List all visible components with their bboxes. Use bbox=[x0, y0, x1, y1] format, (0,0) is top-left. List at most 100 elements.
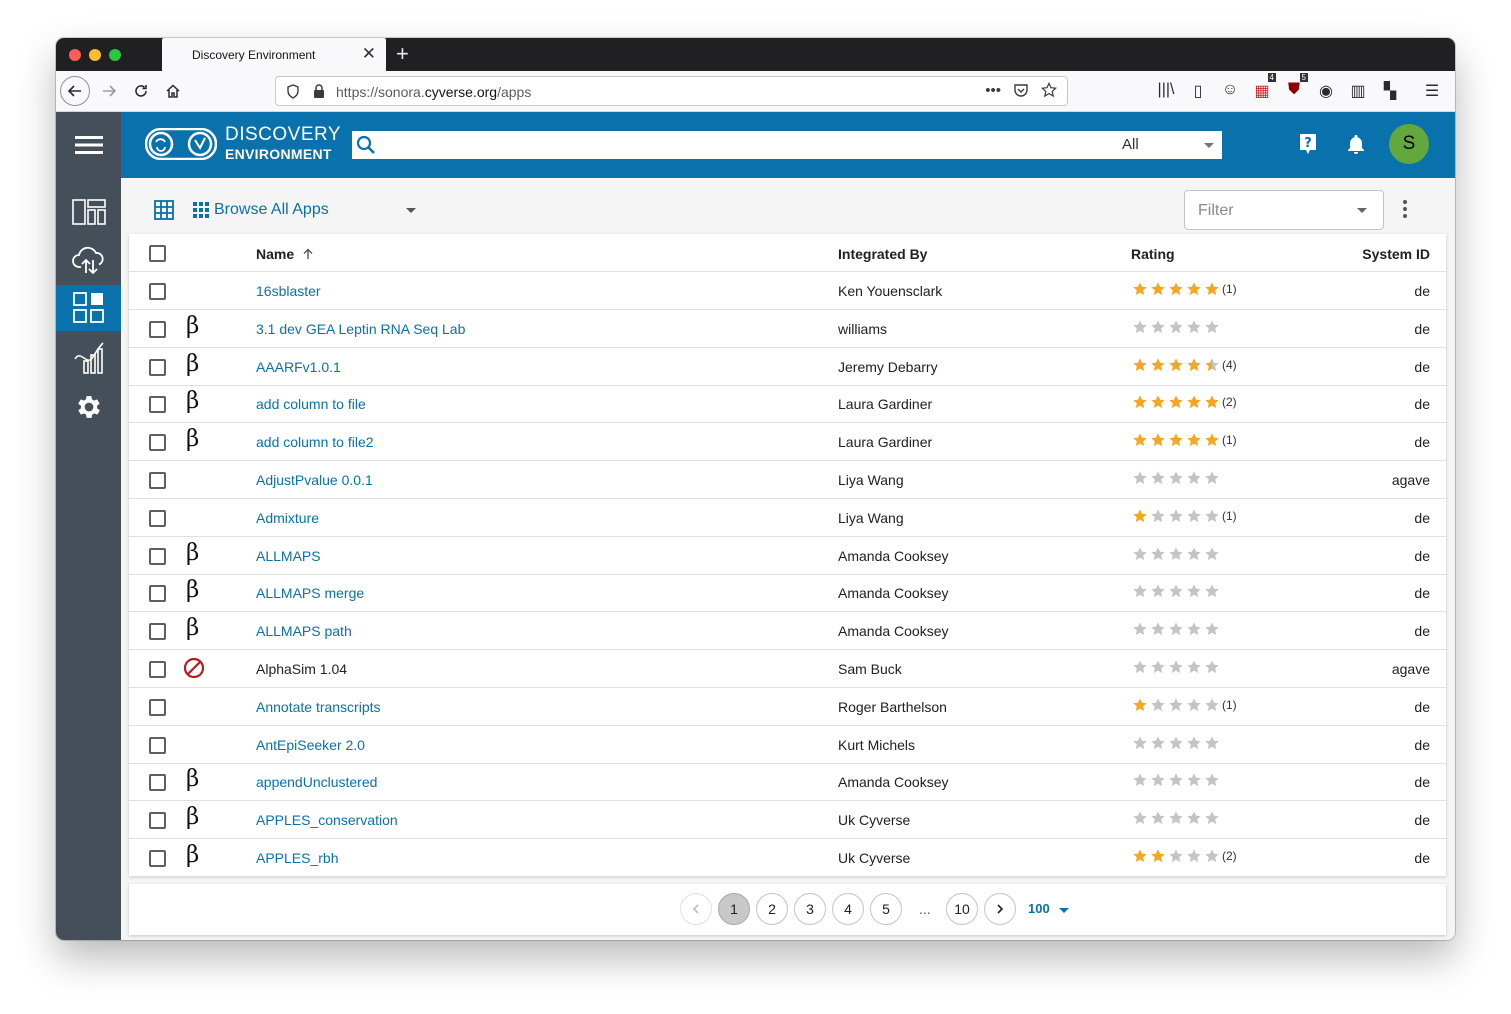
browser-tab[interactable]: Discovery Environment ✕ bbox=[162, 38, 386, 71]
page-button-5[interactable]: 5 bbox=[870, 893, 902, 925]
app-name-link[interactable]: ALLMAPS bbox=[256, 548, 321, 564]
account-icon[interactable]: ◉ bbox=[1316, 81, 1336, 101]
row-checkbox[interactable] bbox=[149, 736, 166, 754]
star-icon[interactable] bbox=[1168, 810, 1184, 826]
star-icon[interactable] bbox=[1168, 659, 1184, 675]
star-icon[interactable] bbox=[1150, 583, 1166, 599]
row-checkbox[interactable] bbox=[149, 434, 166, 452]
star-icon[interactable] bbox=[1132, 848, 1148, 864]
star-icon[interactable] bbox=[1186, 394, 1202, 410]
rating-stars[interactable]: (2) bbox=[1132, 394, 1237, 410]
rating-stars[interactable] bbox=[1132, 470, 1222, 486]
row-checkbox[interactable] bbox=[149, 320, 166, 338]
row-checkbox[interactable] bbox=[149, 509, 166, 527]
rating-stars[interactable] bbox=[1132, 659, 1222, 675]
rating-stars[interactable] bbox=[1132, 810, 1222, 826]
page-size-chevron-down-icon[interactable] bbox=[1059, 908, 1069, 913]
star-icon[interactable] bbox=[1168, 848, 1184, 864]
browser-menu-icon[interactable]: ☰ bbox=[1422, 81, 1442, 101]
app-name-link[interactable]: AdjustPvalue 0.0.1 bbox=[256, 472, 373, 488]
app-name-link[interactable]: ALLMAPS path bbox=[256, 623, 352, 639]
ublock-icon[interactable]: ⛊ 5 bbox=[1284, 73, 1308, 101]
row-checkbox[interactable] bbox=[149, 661, 166, 678]
home-button[interactable] bbox=[158, 76, 188, 106]
browse-apps-dropdown[interactable]: Browse All Apps bbox=[193, 201, 329, 219]
close-tab-icon[interactable]: ✕ bbox=[362, 44, 376, 64]
help-icon[interactable]: ? bbox=[1298, 133, 1318, 155]
minimize-window-button[interactable] bbox=[89, 49, 101, 61]
star-icon[interactable] bbox=[1186, 621, 1202, 637]
star-icon[interactable] bbox=[1132, 772, 1148, 788]
star-icon[interactable] bbox=[1150, 508, 1166, 524]
star-icon[interactable] bbox=[1204, 546, 1220, 562]
star-icon[interactable] bbox=[1132, 810, 1148, 826]
star-icon[interactable] bbox=[1168, 319, 1184, 335]
star-icon[interactable] bbox=[1186, 583, 1202, 599]
star-icon[interactable] bbox=[1132, 357, 1148, 373]
app-name-link[interactable]: AAARFv1.0.1 bbox=[256, 359, 341, 375]
user-avatar[interactable]: S bbox=[1389, 124, 1429, 164]
shield-icon[interactable] bbox=[286, 84, 300, 99]
browse-chevron-down-icon[interactable] bbox=[406, 208, 416, 213]
star-icon[interactable] bbox=[1168, 357, 1184, 373]
star-icon[interactable] bbox=[1168, 432, 1184, 448]
table-row[interactable]: AdjustPvalue 0.0.1 Liya Wang agave bbox=[129, 461, 1446, 499]
star-icon[interactable] bbox=[1150, 394, 1166, 410]
table-row[interactable]: β ALLMAPS merge Amanda Cooksey de bbox=[129, 574, 1446, 613]
star-icon[interactable] bbox=[1186, 735, 1202, 751]
app-name-link[interactable]: AntEpiSeeker 2.0 bbox=[256, 737, 365, 753]
page-button-4[interactable]: 4 bbox=[832, 893, 864, 925]
star-icon[interactable] bbox=[1186, 281, 1202, 297]
page-button-10[interactable]: 10 bbox=[946, 893, 978, 925]
column-header-rating[interactable]: Rating bbox=[1131, 246, 1175, 262]
star-icon[interactable] bbox=[1132, 735, 1148, 751]
notifications-bell-icon[interactable] bbox=[1347, 134, 1365, 154]
search-scope-select[interactable]: All bbox=[1122, 136, 1139, 153]
page-button-3[interactable]: 3 bbox=[794, 893, 826, 925]
rating-stars[interactable] bbox=[1132, 319, 1222, 335]
sidebar-menu-button[interactable] bbox=[56, 112, 121, 178]
star-icon[interactable] bbox=[1168, 772, 1184, 788]
star-icon[interactable] bbox=[1132, 621, 1148, 637]
star-icon[interactable] bbox=[1186, 319, 1202, 335]
page-button-2[interactable]: 2 bbox=[756, 893, 788, 925]
chevron-down-icon[interactable] bbox=[1204, 143, 1214, 148]
table-row[interactable]: β add column to file Laura Gardiner (2) de bbox=[129, 385, 1446, 424]
column-header-integrated-by[interactable]: Integrated By bbox=[838, 246, 927, 262]
table-row[interactable]: Admixture Liya Wang (1) de bbox=[129, 499, 1446, 537]
star-icon[interactable] bbox=[1204, 432, 1220, 448]
star-icon[interactable] bbox=[1150, 470, 1166, 486]
sidebar-item-dashboard[interactable] bbox=[56, 189, 121, 235]
reload-button[interactable] bbox=[126, 76, 156, 106]
new-tab-icon[interactable]: + bbox=[396, 42, 409, 66]
star-icon[interactable] bbox=[1150, 621, 1166, 637]
star-icon[interactable] bbox=[1204, 470, 1220, 486]
star-icon[interactable] bbox=[1150, 735, 1166, 751]
page-actions-icon[interactable]: ••• bbox=[985, 82, 1001, 99]
table-row[interactable]: AlphaSim 1.04 Sam Buck agave bbox=[129, 650, 1446, 688]
star-icon[interactable] bbox=[1186, 508, 1202, 524]
star-icon[interactable] bbox=[1132, 546, 1148, 562]
app-name-link[interactable]: ALLMAPS merge bbox=[256, 585, 364, 601]
sidebar-item-apps[interactable] bbox=[56, 285, 121, 331]
star-icon[interactable] bbox=[1132, 659, 1148, 675]
star-icon[interactable] bbox=[1150, 848, 1166, 864]
row-checkbox[interactable] bbox=[149, 774, 166, 792]
table-row[interactable]: Annotate transcripts Roger Barthelson (1) d… bbox=[129, 688, 1446, 726]
star-icon[interactable] bbox=[1150, 319, 1166, 335]
sidebar-item-data[interactable] bbox=[56, 237, 121, 283]
row-checkbox[interactable] bbox=[149, 472, 166, 489]
row-checkbox[interactable] bbox=[149, 850, 166, 867]
page-size-select[interactable]: 100 bbox=[1028, 901, 1050, 916]
row-checkbox[interactable] bbox=[149, 623, 166, 641]
prev-page-button[interactable] bbox=[680, 893, 712, 925]
star-icon[interactable] bbox=[1204, 848, 1220, 864]
star-icon[interactable] bbox=[1168, 546, 1184, 562]
back-button[interactable] bbox=[60, 76, 90, 106]
rating-stars[interactable] bbox=[1132, 546, 1222, 562]
table-row[interactable]: β appendUnclustered Amanda Cooksey de bbox=[129, 763, 1446, 802]
star-icon[interactable] bbox=[1186, 546, 1202, 562]
star-icon[interactable] bbox=[1132, 697, 1148, 713]
column-header-name[interactable]: Name bbox=[256, 246, 314, 262]
star-icon[interactable] bbox=[1132, 432, 1148, 448]
